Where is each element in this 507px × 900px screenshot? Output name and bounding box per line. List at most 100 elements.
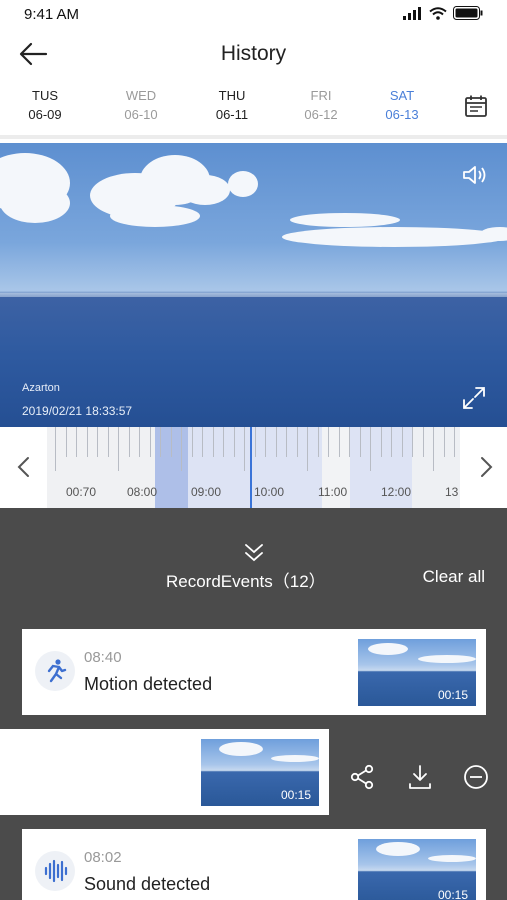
timeline-tick [170, 427, 172, 457]
video-player[interactable]: Azarton 2019/02/21 18:33:57 [0, 143, 507, 427]
event-card[interactable]: 08:02 Sound detected 00:15 [22, 829, 486, 900]
status-bar: 9:41 AM [0, 0, 507, 30]
timeline-tick [380, 427, 382, 457]
record-events-title: RecordEvents（12） [166, 572, 326, 591]
timeline-tick [212, 427, 214, 457]
timeline-tick [191, 427, 193, 457]
tab-dow: WED [125, 88, 157, 103]
tab-date: 06-12 [304, 107, 338, 122]
event-thumbnail[interactable]: 00:15 [358, 639, 476, 706]
timeline-tick [454, 427, 455, 457]
timeline-tick [412, 427, 413, 457]
tab-date-0610[interactable]: WED 06-10 [106, 88, 176, 122]
timeline-tick [338, 427, 340, 457]
timeline-tick [118, 427, 119, 471]
timeline-tick [254, 427, 256, 457]
timeline-track[interactable]: 00:70 08:00 09:00 10:00 11:00 12:00 13 [47, 427, 460, 508]
wifi-icon [429, 6, 447, 20]
event-card[interactable]: 08:40 Motion detected 00:15 [22, 629, 486, 715]
timeline-label: 11:00 [318, 485, 348, 499]
tab-dow: THU [218, 88, 246, 103]
event-time: 08:02 [84, 849, 122, 866]
double-chevron-down-icon[interactable] [242, 542, 266, 564]
event-duration: 00:15 [280, 788, 311, 802]
timeline-tick [433, 427, 434, 471]
timeline-tick [160, 427, 161, 457]
event-label: Sound detected [84, 874, 211, 894]
tab-date-0613[interactable]: SAT 06-13 [367, 88, 437, 122]
sound-wave-icon [35, 851, 75, 891]
timeline-label: 09:00 [191, 485, 222, 499]
share-icon[interactable] [348, 763, 376, 791]
tab-date: 06-13 [385, 107, 419, 122]
timeline-tick [422, 427, 424, 457]
tab-date: 06-10 [124, 107, 158, 122]
calendar-icon[interactable] [464, 94, 488, 118]
horizon-line [0, 293, 507, 297]
timeline-label: 08:00 [127, 485, 158, 499]
event-card-swiped[interactable]: 00:15 [0, 729, 329, 815]
timeline-tick [86, 427, 88, 457]
timeline-tick [233, 427, 235, 457]
timeline-tick [359, 427, 361, 457]
timeline-label: 12:00 [381, 485, 412, 499]
clear-all-button[interactable]: Clear all [423, 567, 485, 587]
timeline-playhead[interactable] [250, 427, 252, 508]
tab-date: 06-09 [28, 107, 62, 122]
status-time: 9:41 AM [24, 6, 80, 23]
timeline-tick [97, 427, 98, 457]
timeline-tick [328, 427, 329, 457]
event-time: 08:40 [84, 649, 122, 666]
tab-date: 06-11 [215, 107, 249, 122]
timeline-tick [139, 427, 140, 457]
timeline-tick [265, 427, 266, 457]
tab-date-0612[interactable]: FRI 06-12 [286, 88, 356, 122]
page-title: History [220, 42, 287, 65]
event-label: Motion detected [84, 674, 213, 694]
event-duration: 00:15 [437, 688, 468, 702]
divider [0, 135, 507, 139]
timeline-tick [317, 427, 319, 457]
tab-date-0611[interactable]: THU 06-11 [197, 88, 267, 122]
timeline-tick [275, 427, 277, 457]
timeline-tick [349, 427, 350, 457]
timeline-prev-icon[interactable] [14, 455, 34, 479]
tab-dow: TUS [32, 88, 58, 103]
download-icon[interactable] [406, 763, 434, 791]
timeline-label: 10:00 [254, 485, 285, 499]
timeline-tick [286, 427, 287, 457]
event-thumbnail[interactable]: 00:15 [201, 739, 319, 806]
timeline-label: 00:70 [66, 485, 97, 499]
timeline-tick [55, 427, 56, 471]
timeline-tick [443, 427, 445, 457]
battery-icon [453, 6, 483, 20]
event-duration: 00:15 [437, 888, 468, 900]
status-icons [403, 6, 483, 20]
header: History [0, 30, 507, 80]
tab-dow: SAT [389, 88, 415, 103]
timeline-tick [202, 427, 203, 457]
timeline-tick [391, 427, 392, 457]
timeline: 00:70 08:00 09:00 10:00 11:00 12:00 13 [0, 427, 507, 508]
timeline-tick [370, 427, 371, 471]
tab-dow: FRI [310, 88, 332, 103]
timeline-tick [76, 427, 77, 457]
timeline-tick [181, 427, 182, 471]
date-tabs: TUS 06-09 WED 06-10 THU 06-11 FRI 06-12 … [0, 84, 507, 134]
timeline-tick [128, 427, 130, 457]
fullscreen-icon[interactable] [461, 385, 487, 411]
timeline-next-icon[interactable] [476, 455, 496, 479]
signal-icon [403, 6, 421, 20]
timeline-label: 13 [445, 485, 459, 499]
timeline-tick [307, 427, 308, 471]
timeline-tick [149, 427, 151, 457]
speaker-icon[interactable] [461, 163, 487, 187]
tab-date-0609[interactable]: TUS 06-09 [10, 88, 80, 122]
event-thumbnail[interactable]: 00:15 [358, 839, 476, 900]
camera-name-watermark: Azarton [22, 382, 60, 394]
timestamp-watermark: 2019/02/21 18:33:57 [22, 404, 133, 418]
timeline-tick [65, 427, 67, 457]
remove-icon[interactable] [462, 763, 490, 791]
timeline-tick [223, 427, 224, 457]
timeline-tick [401, 427, 403, 457]
